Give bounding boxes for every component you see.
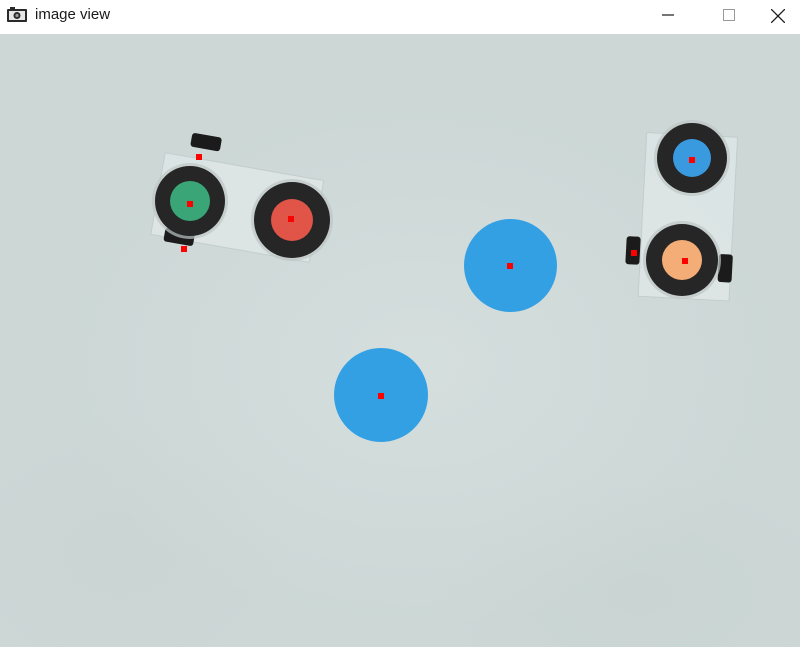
maximize-icon bbox=[723, 9, 735, 21]
close-icon bbox=[771, 9, 785, 23]
title-bar[interactable]: image view bbox=[0, 0, 800, 31]
image-view-window: image view bbox=[0, 0, 800, 647]
marker bbox=[631, 250, 637, 256]
robot-wheel bbox=[717, 253, 733, 283]
marker bbox=[181, 246, 187, 252]
minimize-button[interactable] bbox=[645, 0, 691, 31]
close-button[interactable] bbox=[754, 0, 800, 31]
marker bbox=[196, 154, 202, 160]
robot-right bbox=[625, 123, 740, 304]
marker bbox=[682, 258, 688, 264]
marker bbox=[689, 157, 695, 163]
marker bbox=[507, 263, 513, 269]
window-title: image view bbox=[35, 6, 111, 23]
robot-left bbox=[150, 132, 330, 274]
maximize-button[interactable] bbox=[706, 0, 752, 31]
image-canvas[interactable] bbox=[0, 34, 800, 647]
marker bbox=[288, 216, 294, 222]
minimize-icon bbox=[662, 14, 674, 16]
marker bbox=[378, 393, 384, 399]
marker bbox=[187, 201, 193, 207]
camera-icon bbox=[6, 7, 28, 23]
